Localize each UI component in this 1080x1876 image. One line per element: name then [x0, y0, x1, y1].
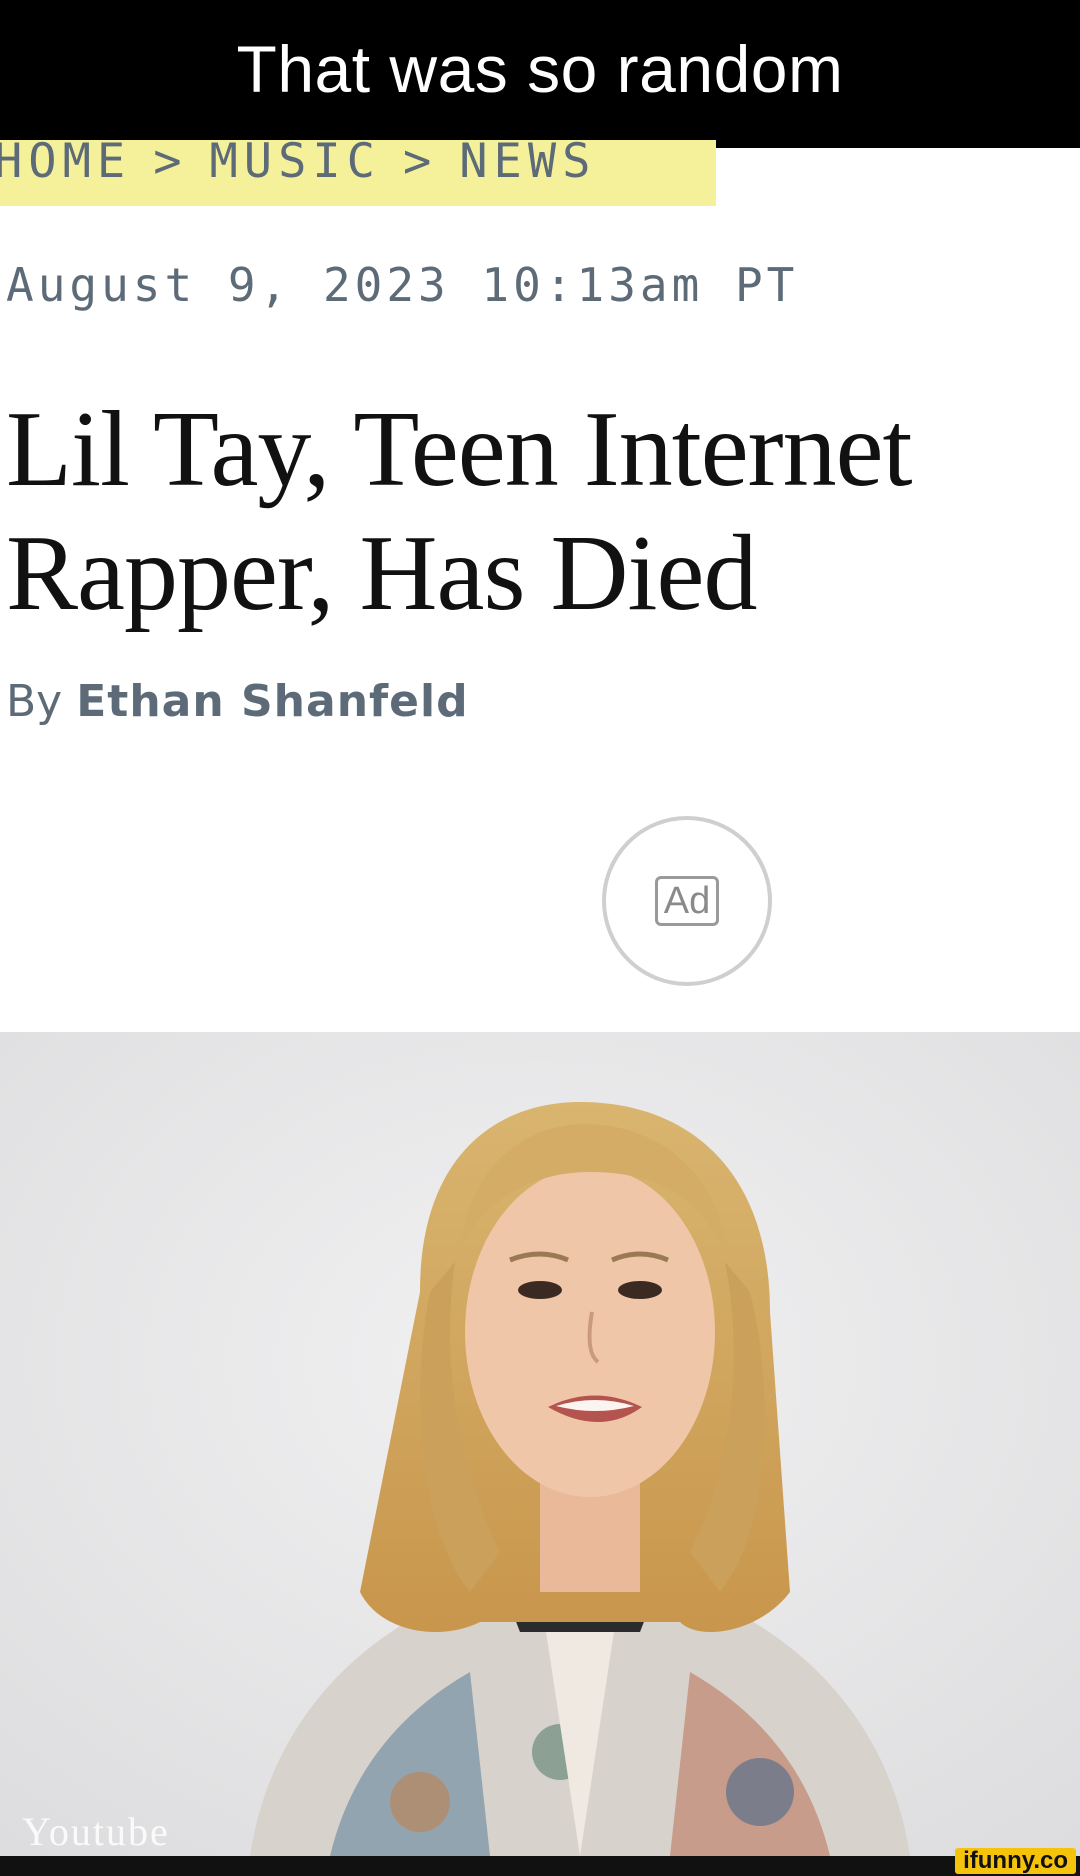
ad-badge[interactable]: Ad [602, 816, 772, 986]
byline-prefix: By [6, 676, 63, 727]
article-hero-photo [0, 1032, 1080, 1856]
bottom-bar [0, 1856, 1080, 1876]
article-dateline: August 9, 2023 10:13am PT [6, 258, 799, 312]
author-link[interactable]: Ethan Shanfeld [76, 676, 468, 727]
breadcrumb-music[interactable]: MUSIC [209, 140, 380, 189]
breadcrumb-news[interactable]: NEWS [459, 140, 596, 189]
breadcrumb: HOME > MUSIC > NEWS [0, 140, 716, 206]
breadcrumb-separator: > [402, 140, 438, 189]
ad-label: Ad [654, 876, 720, 926]
breadcrumb-items: HOME > MUSIC > NEWS [0, 140, 596, 189]
ifunny-logo: ifunny.co [955, 1848, 1076, 1874]
portrait-photo-icon [0, 1032, 1080, 1856]
photo-credit: Youtube [22, 1809, 170, 1854]
breadcrumb-separator: > [153, 140, 188, 189]
breadcrumb-home[interactable]: HOME [0, 140, 131, 189]
meme-caption-bar: That was so random [0, 0, 1080, 148]
meme-caption-text: That was so random [236, 32, 844, 106]
article-byline: By Ethan Shanfeld [6, 676, 469, 727]
article-headline: Lil Tay, Teen Internet Rapper, Has Died [6, 390, 913, 633]
